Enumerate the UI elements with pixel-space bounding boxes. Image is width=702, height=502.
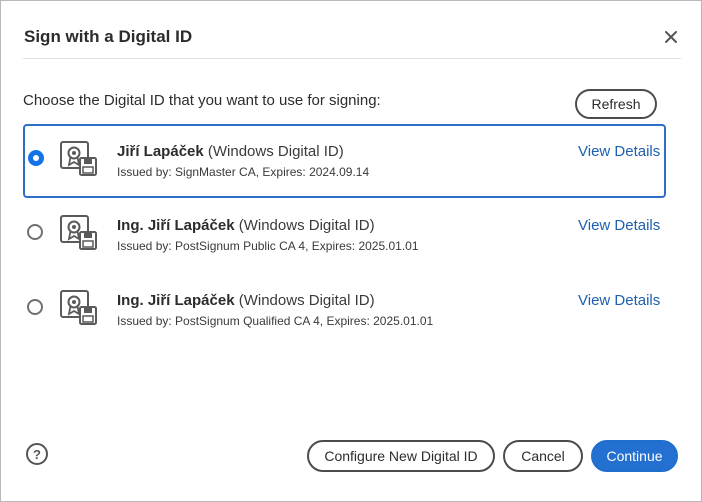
close-icon (665, 31, 677, 43)
digital-id-type: (Windows Digital ID) (238, 292, 375, 309)
view-details-link[interactable]: View Details (578, 292, 660, 309)
digital-id-owner: Jiří Lapáček (117, 143, 204, 160)
digital-id-row[interactable]: Ing. Jiří Lapáček (Windows Digital ID) I… (23, 274, 666, 348)
digital-id-row[interactable]: Jiří Lapáček (Windows Digital ID) Issued… (23, 124, 666, 198)
digital-id-radio[interactable] (27, 224, 43, 240)
certificate-icon (60, 141, 97, 176)
digital-id-type: (Windows Digital ID) (207, 143, 344, 160)
title-divider (23, 58, 681, 59)
close-button[interactable] (661, 27, 681, 47)
digital-id-type: (Windows Digital ID) (238, 217, 375, 234)
certificate-icon (60, 215, 97, 250)
configure-new-digital-id-button[interactable]: Configure New Digital ID (307, 440, 495, 472)
digital-id-issuer: Issued by: PostSignum Public CA 4, Expir… (117, 239, 419, 253)
view-details-link[interactable]: View Details (578, 143, 660, 160)
digital-id-owner: Ing. Jiří Lapáček (117, 292, 235, 309)
certificate-icon (60, 290, 97, 325)
digital-id-row[interactable]: Ing. Jiří Lapáček (Windows Digital ID) I… (23, 199, 666, 273)
continue-button[interactable]: Continue (591, 440, 678, 472)
choose-id-prompt: Choose the Digital ID that you want to u… (23, 92, 381, 109)
digital-id-name: Ing. Jiří Lapáček (Windows Digital ID) (117, 217, 375, 234)
digital-id-issuer: Issued by: PostSignum Qualified CA 4, Ex… (117, 314, 434, 328)
digital-id-owner: Ing. Jiří Lapáček (117, 217, 235, 234)
refresh-button[interactable]: Refresh (575, 89, 657, 119)
cancel-button[interactable]: Cancel (503, 440, 583, 472)
digital-id-issuer: Issued by: SignMaster CA, Expires: 2024.… (117, 165, 370, 179)
help-icon[interactable]: ? (26, 443, 48, 465)
sign-digital-id-dialog: Sign with a Digital ID Choose the Digita… (0, 0, 702, 502)
digital-id-name: Jiří Lapáček (Windows Digital ID) (117, 143, 344, 160)
digital-id-radio[interactable] (27, 299, 43, 315)
digital-id-name: Ing. Jiří Lapáček (Windows Digital ID) (117, 292, 375, 309)
dialog-title: Sign with a Digital ID (24, 27, 193, 46)
digital-id-radio-selected[interactable] (28, 150, 44, 166)
view-details-link[interactable]: View Details (578, 217, 660, 234)
